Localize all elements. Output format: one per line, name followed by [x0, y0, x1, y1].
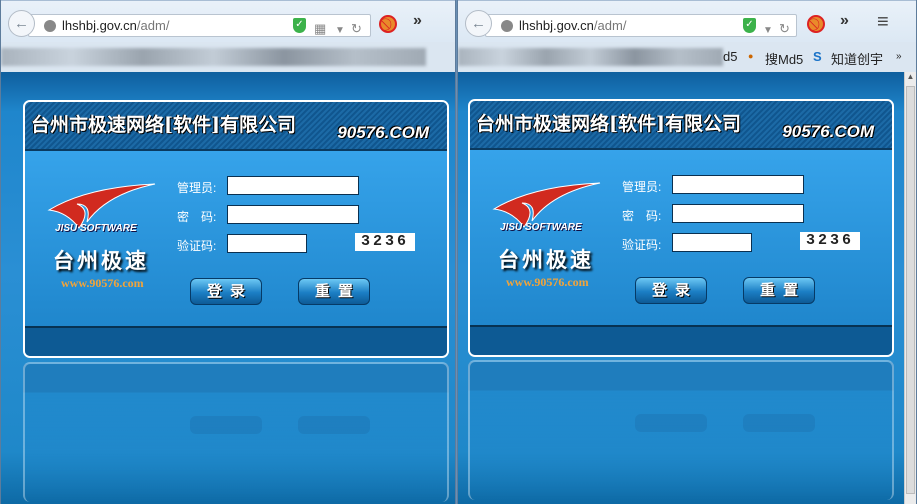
- company-title: 台州市极速网络[软件]有限公司: [476, 113, 741, 135]
- browser-window-right: ← lhshbj.gov.cn/adm/ ✓ ▼ ↻ ⃠ » ≡ d5 ● 搜M…: [457, 0, 917, 504]
- admin-input[interactable]: [227, 176, 359, 195]
- dropdown-arrow-icon[interactable]: ▼: [335, 20, 345, 41]
- hamburger-menu-icon[interactable]: ≡: [877, 11, 889, 34]
- captcha-label: 验证码:: [622, 238, 662, 252]
- admin-input[interactable]: [672, 175, 804, 194]
- blurred-bookmarks: [1, 48, 426, 66]
- reset-button[interactable]: 重置: [298, 278, 370, 305]
- md5-site-icon: ●: [748, 51, 754, 61]
- bookmark-md5[interactable]: d5: [723, 49, 737, 64]
- password-input[interactable]: [672, 204, 804, 223]
- reload-icon[interactable]: ↻: [779, 18, 790, 39]
- company-title: 台州市极速网络[软件]有限公司: [31, 114, 296, 136]
- brand-chinese: 台州极速: [498, 247, 594, 272]
- brand-chinese: 台州极速: [53, 248, 149, 273]
- url-path: /adm/: [593, 18, 627, 33]
- back-button[interactable]: ←: [465, 10, 492, 37]
- login-header: 台州市极速网络[软件]有限公司 90576.COM: [25, 102, 447, 151]
- password-label: 密 码:: [622, 209, 662, 223]
- vertical-scrollbar[interactable]: ▲: [904, 72, 916, 504]
- globe-icon: [44, 20, 56, 32]
- knownsec-icon: S: [813, 49, 822, 64]
- login-footer: [470, 325, 892, 355]
- company-domain: 90576.COM: [782, 122, 874, 141]
- dropdown-arrow-icon[interactable]: ▼: [763, 20, 773, 41]
- login-button[interactable]: 登录: [190, 278, 262, 305]
- scroll-up-icon[interactable]: ▲: [905, 72, 916, 81]
- shield-check-icon[interactable]: ✓: [743, 18, 756, 33]
- back-arrow-icon: ←: [471, 15, 486, 32]
- brand-website: www.90576.com: [506, 275, 589, 289]
- navigation-toolbar: ← lhshbj.gov.cn/adm/ ✓ ▦ ▼ ↻ ⃠ »: [1, 0, 455, 42]
- reflection-button: [190, 416, 262, 434]
- scrollbar-thumb[interactable]: [906, 86, 915, 494]
- bookmark-knownsec[interactable]: 知道创宇: [831, 49, 883, 68]
- password-input[interactable]: [227, 205, 359, 224]
- brand-website: www.90576.com: [61, 276, 144, 290]
- admin-label: 管理员:: [177, 181, 217, 195]
- reflection-button: [743, 414, 815, 432]
- login-footer: [25, 326, 447, 356]
- globe-icon: [501, 20, 513, 32]
- overflow-chevron-icon[interactable]: »: [413, 12, 422, 30]
- url-path: /adm/: [136, 18, 170, 33]
- panel-reflection: [23, 362, 449, 502]
- captcha-image[interactable]: 3236: [800, 232, 860, 250]
- panel-reflection: [468, 360, 894, 500]
- url-host: lhshbj.gov.cn: [62, 18, 137, 33]
- admin-label: 管理员:: [622, 180, 662, 194]
- url-host: lhshbj.gov.cn: [519, 18, 594, 33]
- reload-icon[interactable]: ↻: [351, 18, 362, 39]
- address-bar[interactable]: lhshbj.gov.cn/adm/ ✓ ▼ ↻: [485, 14, 797, 37]
- captcha-input[interactable]: [672, 233, 752, 252]
- adblock-icon[interactable]: ⃠: [379, 15, 397, 33]
- browser-window-left: ← lhshbj.gov.cn/adm/ ✓ ▦ ▼ ↻ ⃠ » 台州市极速网络…: [0, 0, 456, 504]
- bookmarks-bar: [1, 42, 455, 72]
- bookmarks-bar: d5 ● 搜Md5 S 知道创宇 »: [458, 42, 916, 72]
- login-panel: 台州市极速网络[软件]有限公司 90576.COM JISU SOFTWARE …: [468, 99, 894, 357]
- navigation-toolbar: ← lhshbj.gov.cn/adm/ ✓ ▼ ↻ ⃠ » ≡: [458, 0, 916, 42]
- captcha-image[interactable]: 3236: [355, 233, 415, 251]
- qr-code-icon[interactable]: ▦: [314, 18, 326, 39]
- back-button[interactable]: ←: [8, 10, 35, 37]
- back-arrow-icon: ←: [14, 15, 29, 32]
- captcha-label: 验证码:: [177, 239, 217, 253]
- adblock-icon[interactable]: ⃠: [807, 15, 825, 33]
- bookmark-sou-md5[interactable]: 搜Md5: [765, 49, 803, 68]
- login-panel: 台州市极速网络[软件]有限公司 90576.COM JISU SOFTWARE …: [23, 100, 449, 358]
- login-button[interactable]: 登录: [635, 277, 707, 304]
- bookmarks-overflow[interactable]: »: [896, 51, 902, 62]
- reflection-button: [635, 414, 707, 432]
- overflow-chevron-icon[interactable]: »: [840, 12, 849, 30]
- shield-check-icon[interactable]: ✓: [293, 18, 306, 33]
- address-bar[interactable]: lhshbj.gov.cn/adm/ ✓ ▦ ▼ ↻: [28, 14, 371, 37]
- captcha-input[interactable]: [227, 234, 307, 253]
- reset-button[interactable]: 重置: [743, 277, 815, 304]
- company-domain: 90576.COM: [337, 123, 429, 142]
- brand-english: JISU SOFTWARE: [55, 223, 137, 234]
- password-label: 密 码:: [177, 210, 217, 224]
- reflection-button: [298, 416, 370, 434]
- brand-english: JISU SOFTWARE: [500, 222, 582, 233]
- blurred-bookmarks: [458, 48, 723, 66]
- login-header: 台州市极速网络[软件]有限公司 90576.COM: [470, 101, 892, 150]
